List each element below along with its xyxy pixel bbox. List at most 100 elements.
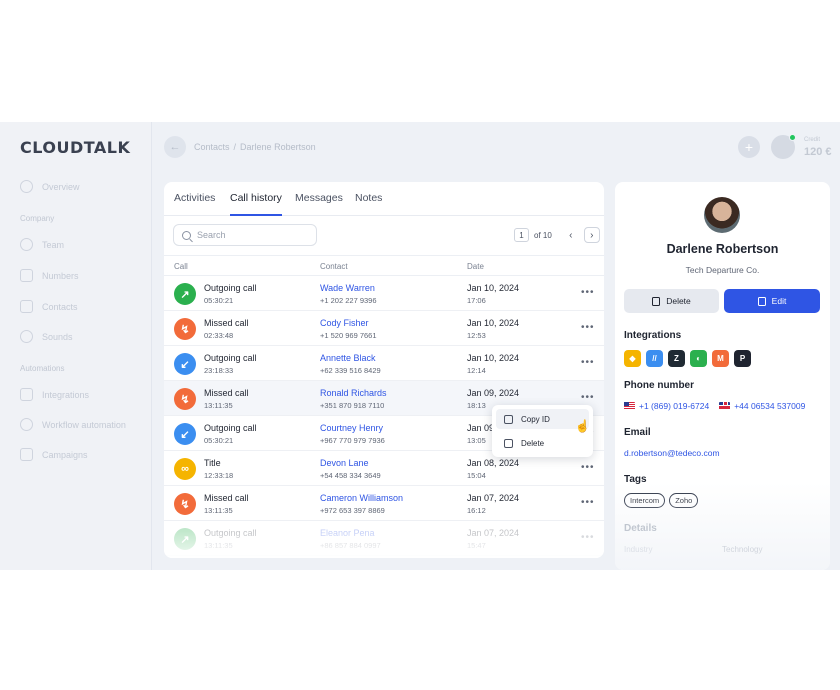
- contact-company: Tech Departure Co.: [685, 265, 760, 275]
- call-date: Jan 07, 2024: [467, 493, 520, 503]
- sidebar-item-overview[interactable]: Overview: [20, 180, 80, 193]
- contact-name-link[interactable]: Annette Black: [320, 353, 376, 363]
- workflow-icon: [20, 418, 33, 431]
- user-avatar[interactable]: [771, 134, 796, 159]
- microphone-icon: [20, 330, 33, 343]
- sidebar-item-integrations[interactable]: Integrations: [20, 388, 89, 401]
- table-row[interactable]: ↗ Outgoing call 05:30:21 Wade Warren +1 202 …: [164, 276, 604, 311]
- tab-call-history[interactable]: Call history: [230, 192, 282, 204]
- call-history-panel: Activities Call history Messages Notes 1…: [164, 182, 604, 558]
- page-total: of 10: [534, 230, 552, 240]
- edit-contact-button[interactable]: Edit: [724, 289, 820, 313]
- more-options-icon[interactable]: •••: [581, 322, 595, 333]
- zendesk-icon[interactable]: Z: [668, 350, 685, 367]
- phone-number-us[interactable]: +1 (869) 019-6724: [624, 401, 709, 411]
- contact-phone: +1 202 227 9396: [320, 296, 377, 305]
- sidebar-item-sounds[interactable]: Sounds: [20, 330, 73, 343]
- chevron-right-icon: ›: [590, 229, 594, 241]
- table-row[interactable]: ↯ Missed call 02:33:48 Cody Fisher +1 520 96…: [164, 311, 604, 346]
- next-page-button[interactable]: ›: [583, 227, 600, 243]
- contact-name-link[interactable]: Cameron Williamson: [320, 493, 403, 503]
- call-time: 17:06: [467, 296, 486, 305]
- credit-value: 120 €: [804, 146, 832, 158]
- integration-2-icon[interactable]: //: [646, 350, 663, 367]
- delete-contact-button[interactable]: Delete: [624, 289, 719, 313]
- missed-call-icon: ↯: [174, 493, 196, 515]
- outgoing-call-icon: ↗: [174, 283, 196, 305]
- more-options-icon[interactable]: •••: [581, 532, 595, 543]
- more-options-icon[interactable]: •••: [581, 287, 595, 298]
- magento-icon[interactable]: M: [712, 350, 729, 367]
- contact-email[interactable]: d.robertson@tedeco.com: [624, 448, 720, 458]
- sidebar-item-label: Integrations: [42, 389, 90, 400]
- prev-page-button[interactable]: ‹: [563, 227, 579, 243]
- contact-phone: +54 458 334 3649: [320, 471, 381, 480]
- tab-messages[interactable]: Messages: [295, 192, 343, 204]
- integrations-title: Integrations: [624, 330, 682, 341]
- edit-icon: [757, 296, 766, 306]
- phone-number-uk[interactable]: +44 06534 537009: [719, 401, 805, 411]
- search-input[interactable]: [197, 230, 307, 240]
- sidebar-item-campaigns[interactable]: Campaigns: [20, 448, 88, 461]
- more-options-icon[interactable]: •••: [581, 357, 595, 368]
- sidebar-item-workflow-automation[interactable]: Workflow automation: [20, 418, 126, 431]
- integration-1-icon[interactable]: ◆: [624, 350, 641, 367]
- contact-name-link[interactable]: Eleanor Pena: [320, 528, 375, 538]
- sidebar-item-label: Numbers: [42, 270, 79, 281]
- search-field[interactable]: [173, 224, 317, 246]
- contacts-icon: [20, 300, 33, 313]
- pipedrive-icon[interactable]: P: [734, 350, 751, 367]
- contact-phone: +62 339 516 8429: [320, 366, 381, 375]
- sidebar-item-team[interactable]: Team: [20, 238, 64, 251]
- add-button[interactable]: +: [738, 136, 760, 158]
- table-row[interactable]: ↯ Missed call 13:11:35 Cameron Williamson +9…: [164, 486, 604, 521]
- call-time: 15:04: [467, 471, 486, 480]
- page-number-input[interactable]: 1: [514, 228, 529, 242]
- delete-menu-item[interactable]: Delete: [496, 433, 589, 453]
- logo: CLOUDTALK: [20, 138, 131, 157]
- tab-bar: Activities Call history Messages Notes: [164, 182, 604, 216]
- contact-name-link[interactable]: Courtney Henry: [320, 423, 383, 433]
- breadcrumb: Contacts / Darlene Robertson: [194, 142, 316, 152]
- sidebar-item-numbers[interactable]: Numbers: [20, 269, 79, 282]
- contact-name: Darlene Robertson: [666, 242, 779, 256]
- email-title: Email: [624, 427, 651, 438]
- megaphone-icon: [20, 448, 33, 461]
- back-button[interactable]: ←: [164, 136, 186, 158]
- contact-name-link[interactable]: Ronald Richards: [320, 388, 387, 398]
- sidebar-item-label: Workflow automation: [42, 419, 126, 430]
- contact-name-link[interactable]: Cody Fisher: [320, 318, 369, 328]
- more-options-icon[interactable]: •••: [581, 392, 595, 403]
- pagination: 1 of 10 ‹ ›: [514, 227, 600, 243]
- sidebar-item-label: Overview: [42, 181, 80, 192]
- phone-list: +1 (869) 019-6724 +44 06534 537009: [624, 401, 805, 411]
- table-row[interactable]: ↗ Outgoing call 13:11:35 Eleanor Pena +86 85…: [164, 521, 604, 556]
- trash-icon: [652, 296, 661, 306]
- call-time: 12:53: [467, 331, 486, 340]
- integrations-list: ◆ // Z ◐ M P: [624, 350, 751, 367]
- team-icon: [20, 238, 33, 251]
- call-time: 18:13: [467, 401, 486, 410]
- tab-notes[interactable]: Notes: [355, 192, 382, 204]
- table-row[interactable]: ↙ Outgoing call 23:18:33 Annette Black +62 3…: [164, 346, 604, 381]
- freshdesk-icon[interactable]: ◐: [690, 350, 707, 367]
- breadcrumb-contacts[interactable]: Contacts: [194, 142, 230, 152]
- tag-intercom[interactable]: Intercom: [624, 493, 666, 508]
- column-header-date: Date: [467, 262, 484, 271]
- call-date: Jan 10, 2024: [467, 318, 520, 328]
- button-label: Edit: [771, 296, 787, 306]
- tag-zoho[interactable]: Zoho: [669, 493, 699, 508]
- call-type: Missed call: [204, 388, 249, 398]
- sidebar-item-label: Sounds: [42, 331, 73, 342]
- tag-list: Intercom Zoho: [624, 493, 699, 508]
- call-duration: 05:30:21: [204, 436, 234, 445]
- tab-activities[interactable]: Activities: [174, 192, 215, 204]
- contact-name-link[interactable]: Wade Warren: [320, 283, 375, 293]
- sidebar-item-contacts[interactable]: Contacts: [20, 300, 78, 313]
- call-date: Jan 10, 2024: [467, 283, 520, 293]
- integrations-icon: [20, 388, 33, 401]
- contact-name-link[interactable]: Devon Lane: [320, 458, 369, 468]
- call-type: Missed call: [204, 318, 249, 328]
- more-options-icon[interactable]: •••: [581, 462, 595, 473]
- more-options-icon[interactable]: •••: [581, 497, 595, 508]
